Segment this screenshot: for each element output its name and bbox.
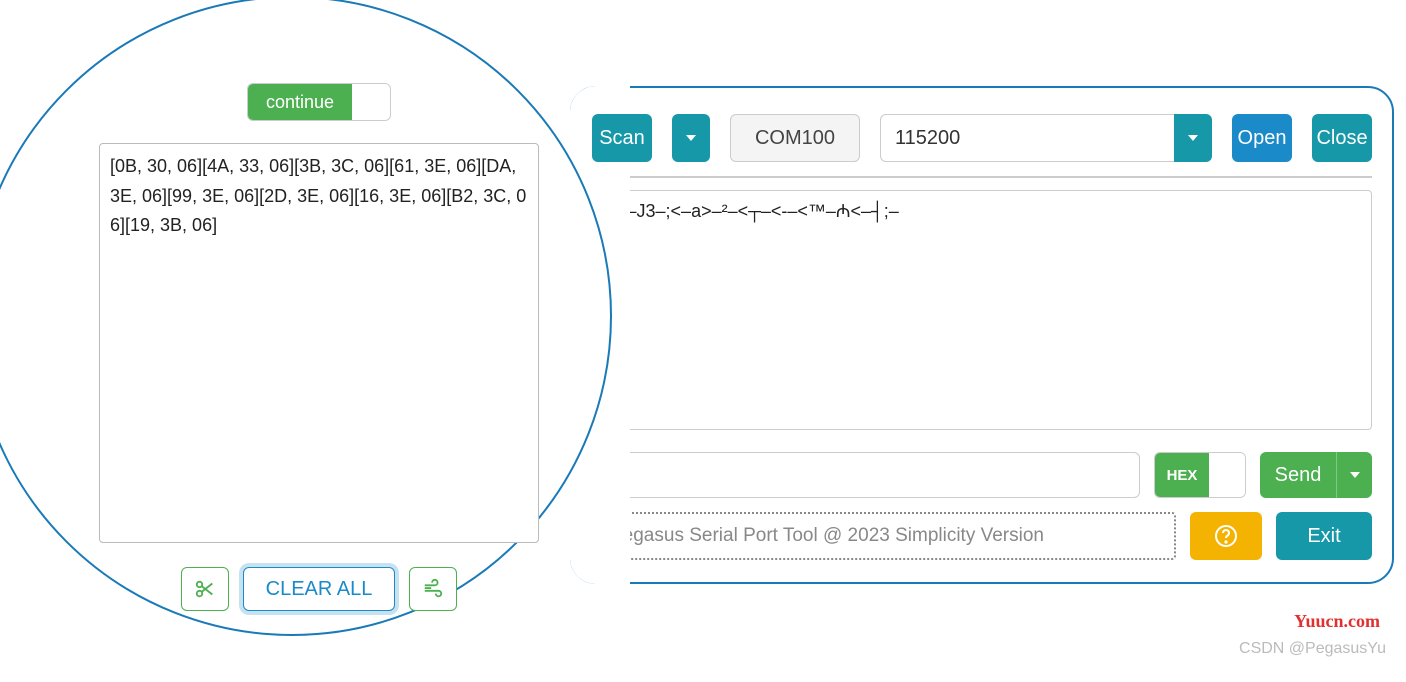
send-input[interactable]	[592, 452, 1140, 498]
hex-toggle[interactable]: HEX	[1154, 452, 1246, 498]
open-button[interactable]: Open	[1232, 114, 1292, 162]
continue-label: continue	[248, 84, 352, 120]
cut-button[interactable]	[181, 567, 229, 611]
exit-button[interactable]: Exit	[1276, 512, 1372, 560]
hex-label: HEX	[1155, 453, 1209, 497]
receive-output: ♂0–J3–;<–a>–²–<┬–<-–<™–₼<–┤;–	[592, 190, 1372, 430]
baud-dropdown-button[interactable]	[1174, 114, 1212, 162]
watermark-site: Yuucn.com	[1294, 611, 1380, 632]
close-button[interactable]: Close	[1312, 114, 1372, 162]
send-dropdown-button[interactable]	[1336, 452, 1372, 498]
help-button[interactable]	[1190, 512, 1262, 560]
scissors-icon	[194, 578, 216, 600]
serial-panel: Scan COM100 Open Close ♂0–J3–;<–a>–²–<┬–…	[570, 86, 1394, 584]
com-port-display: COM100	[730, 114, 860, 162]
hex-toggle-track	[1209, 453, 1245, 497]
clear-all-button[interactable]: CLEAR ALL	[243, 567, 396, 611]
circle-panel: continue [0B, 30, 06][4A, 33, 06][3B, 3C…	[0, 0, 612, 636]
continue-toggle[interactable]: continue	[247, 83, 391, 121]
question-icon	[1214, 524, 1238, 548]
continue-toggle-track	[352, 84, 390, 120]
wind-button[interactable]	[409, 567, 457, 611]
footer-info: Pegasus Serial Port Tool @ 2023 Simplici…	[592, 512, 1176, 560]
divider	[592, 176, 1372, 178]
send-button[interactable]: Send	[1260, 452, 1336, 498]
scan-button[interactable]: Scan	[592, 114, 652, 162]
port-dropdown-button[interactable]	[672, 114, 710, 162]
baud-rate-input[interactable]	[880, 114, 1174, 162]
log-output: [0B, 30, 06][4A, 33, 06][3B, 3C, 06][61,…	[99, 143, 539, 543]
watermark-author: CSDN @PegasusYu	[1239, 640, 1386, 658]
wind-icon	[422, 578, 444, 600]
